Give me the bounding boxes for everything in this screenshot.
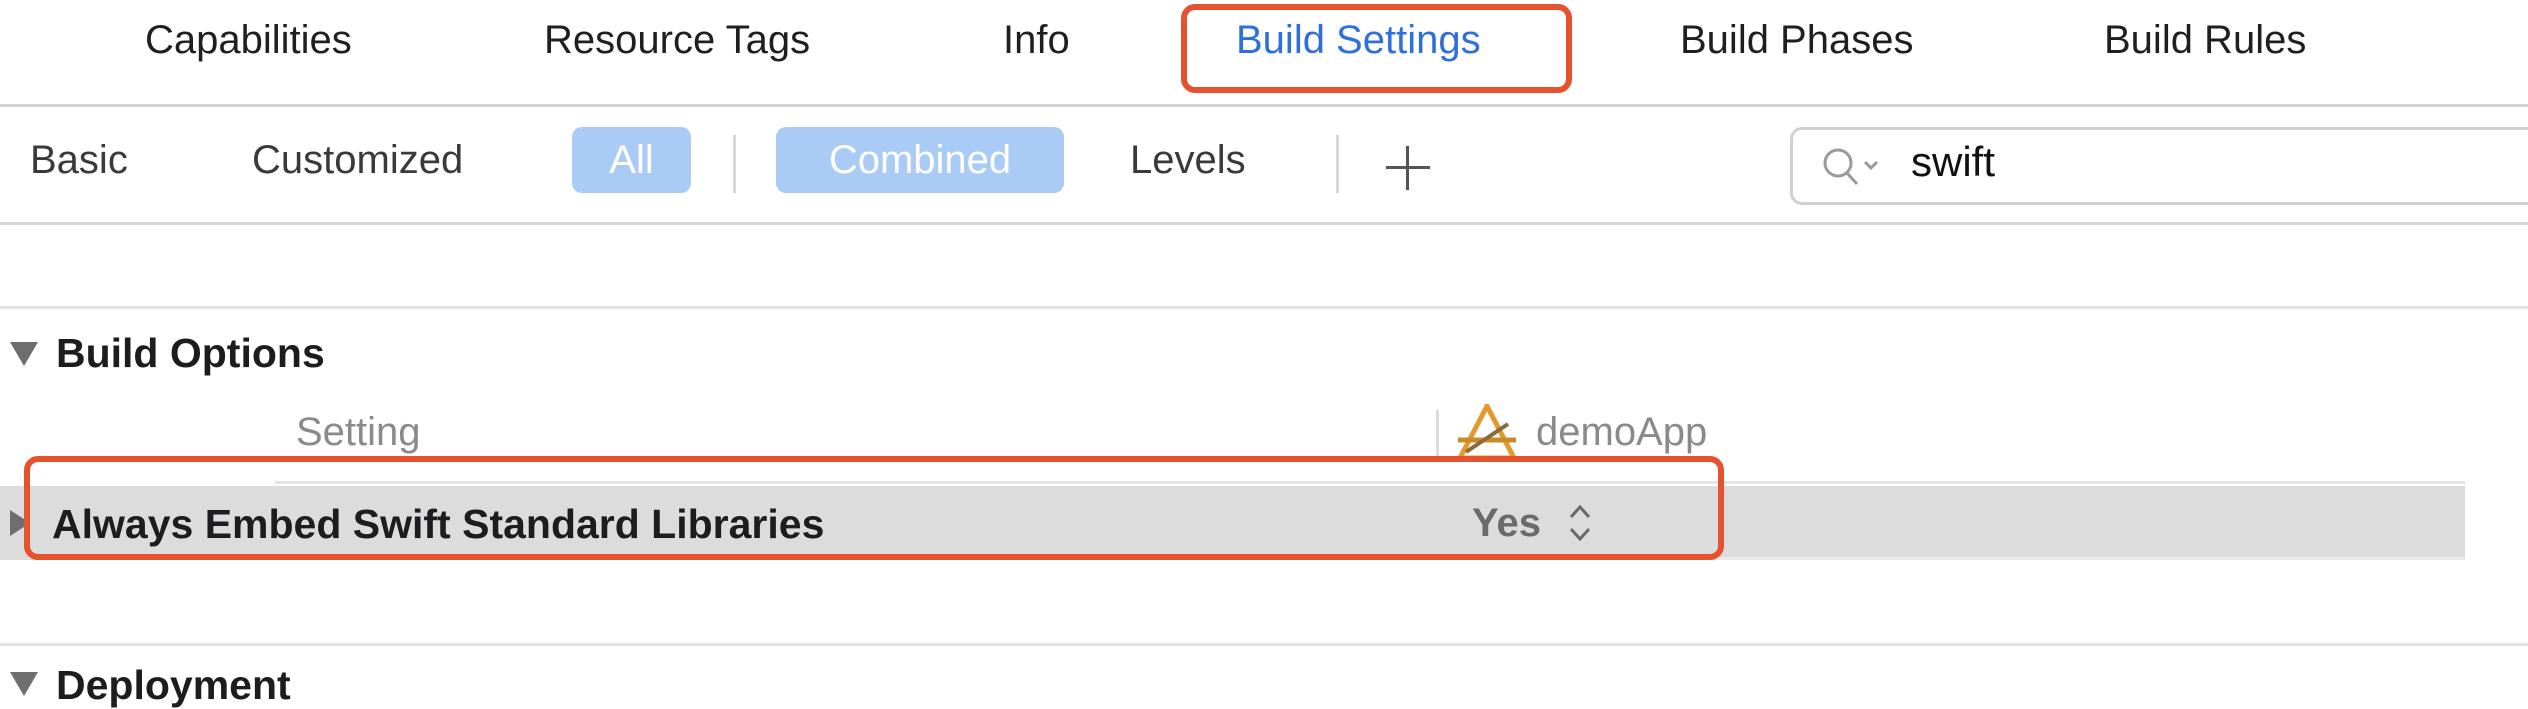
section-divider	[0, 643, 2528, 646]
separator	[1336, 135, 1339, 193]
tab-build-phases[interactable]: Build Phases	[1680, 18, 1913, 63]
column-header-target[interactable]: demoApp	[1536, 410, 1707, 455]
section-divider	[0, 306, 2528, 309]
tab-resource-tags[interactable]: Resource Tags	[544, 18, 810, 63]
filter-levels[interactable]: Levels	[1130, 127, 1246, 193]
row-highlight-box	[24, 456, 1724, 560]
filter-all[interactable]: All	[572, 127, 691, 193]
column-header-setting[interactable]: Setting	[296, 410, 421, 455]
xcode-app-icon	[1456, 404, 1518, 460]
add-setting-plus-icon[interactable]	[1386, 146, 1430, 190]
tab-info[interactable]: Info	[1003, 18, 1070, 63]
filter-basic[interactable]: Basic	[30, 127, 128, 193]
disclosure-triangle-expanded-icon[interactable]	[8, 670, 40, 698]
section-title-deployment[interactable]: Deployment	[56, 662, 291, 709]
disclosure-triangle-expanded-icon[interactable]	[8, 340, 40, 368]
separator	[733, 135, 736, 193]
search-field[interactable]: swift	[1790, 127, 2528, 205]
filter-combined[interactable]: Combined	[776, 127, 1064, 193]
section-title-build-options[interactable]: Build Options	[56, 330, 325, 377]
tab-build-rules[interactable]: Build Rules	[2104, 18, 2306, 63]
tab-capabilities[interactable]: Capabilities	[145, 18, 352, 63]
filter-customized[interactable]: Customized	[252, 127, 463, 193]
search-icon	[1823, 148, 1879, 186]
column-separator	[1436, 410, 1439, 462]
search-input[interactable]: swift	[1911, 138, 1995, 186]
tab-highlight-box	[1181, 4, 1572, 93]
